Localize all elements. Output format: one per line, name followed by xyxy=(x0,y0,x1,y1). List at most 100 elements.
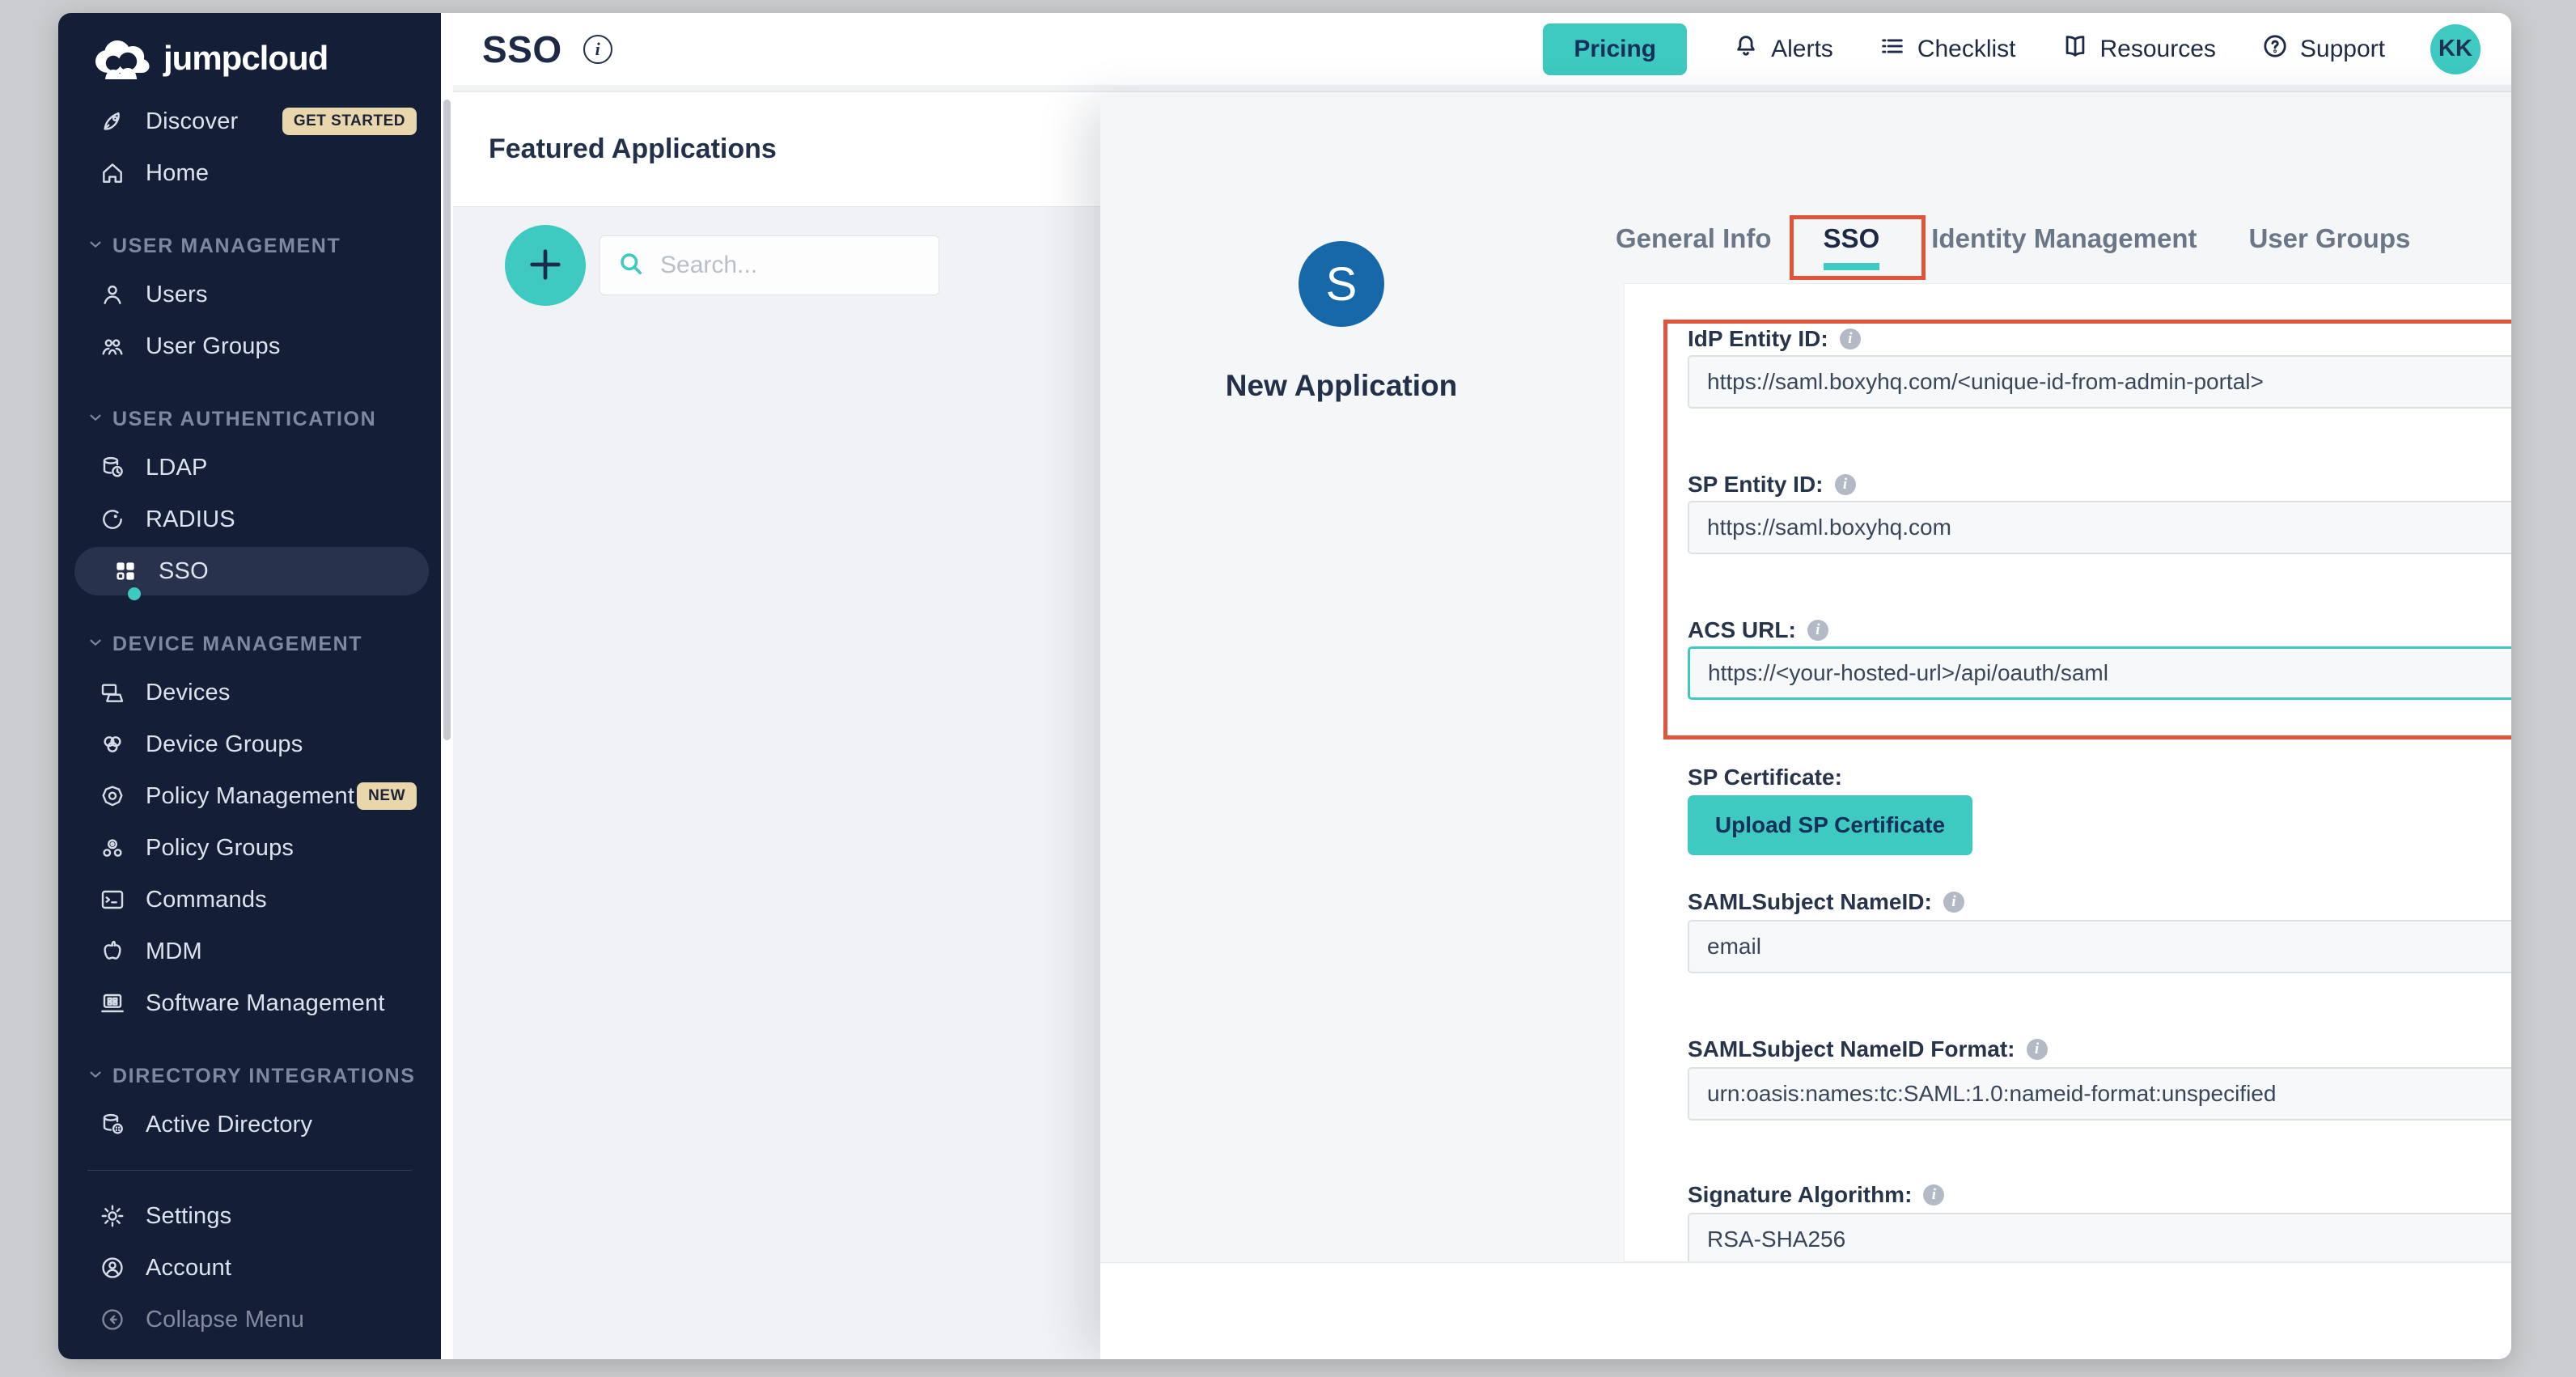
question-circle-icon xyxy=(2261,32,2289,66)
sidebar: jumpcloud Discover GET STARTED Home USER… xyxy=(58,13,441,1359)
sidebar-item-radius[interactable]: RADIUS xyxy=(58,494,441,545)
info-icon[interactable]: i xyxy=(2027,1039,2048,1060)
sidebar-divider xyxy=(87,1170,412,1171)
book-icon xyxy=(2061,32,2089,66)
sidebar-item-user-groups[interactable]: User Groups xyxy=(58,320,441,372)
search-input[interactable] xyxy=(660,252,922,279)
laptop-grid-icon xyxy=(99,989,126,1017)
chevron-down-icon xyxy=(87,235,104,257)
avatar[interactable]: KK xyxy=(2430,24,2481,74)
info-icon[interactable]: i xyxy=(1835,474,1856,495)
jumpcloud-logo[interactable]: jumpcloud xyxy=(58,13,441,84)
rocket-icon xyxy=(99,108,126,135)
venn-circles-icon xyxy=(99,731,126,758)
add-application-button[interactable] xyxy=(505,225,586,306)
chevron-down-icon xyxy=(87,409,104,430)
sp-entity-id-input[interactable] xyxy=(1688,501,2511,554)
checklist-button[interactable]: Checklist xyxy=(1879,32,2016,66)
pricing-button[interactable]: Pricing xyxy=(1543,23,1687,75)
tab-identity-management[interactable]: Identity Management xyxy=(1931,210,2197,275)
info-icon[interactable]: i xyxy=(1943,892,1964,913)
sidebar-item-settings[interactable]: Settings xyxy=(58,1190,441,1242)
plus-icon xyxy=(523,242,568,290)
featured-heading: Featured Applications xyxy=(489,133,777,165)
resources-button[interactable]: Resources xyxy=(2061,32,2216,66)
sidebar-item-label: Home xyxy=(146,160,209,187)
info-icon[interactable]: i xyxy=(583,35,612,64)
alerts-button[interactable]: Alerts xyxy=(1732,32,1833,66)
logo-wordmark: jumpcloud xyxy=(163,39,328,78)
info-icon[interactable]: i xyxy=(1840,328,1861,350)
policy-icon xyxy=(99,782,126,810)
apple-icon xyxy=(99,938,126,965)
acs-url-label: ACS URL: i xyxy=(1688,617,1828,643)
devices-icon xyxy=(99,679,126,706)
main-area: SSO i Pricing Alerts Checklist Resources xyxy=(453,13,2511,1359)
users-group-icon xyxy=(99,333,126,360)
tab-general-info[interactable]: General Info xyxy=(1616,210,1772,275)
new-application-modal: S New Application General Info SSO Ident… xyxy=(1100,97,2511,1359)
section-user-management[interactable]: USER MANAGEMENT xyxy=(58,223,441,269)
sidebar-item-device-groups[interactable]: Device Groups xyxy=(58,718,441,770)
top-header: SSO i Pricing Alerts Checklist Resources xyxy=(453,13,2511,85)
sso-grid-icon xyxy=(112,557,139,585)
idp-entity-id-label: IdP Entity ID: i xyxy=(1688,326,1861,352)
user-icon xyxy=(99,281,126,308)
chevron-down-icon xyxy=(87,633,104,655)
search-icon xyxy=(616,249,646,282)
sidebar-item-active-directory[interactable]: Active Directory xyxy=(58,1099,441,1150)
sidebar-item-policy-management[interactable]: Policy Management NEW xyxy=(58,770,441,822)
chevron-down-icon xyxy=(87,1066,104,1087)
section-device-management[interactable]: DEVICE MANAGEMENT xyxy=(58,621,441,667)
sidebar-item-ldap[interactable]: LDAP xyxy=(58,442,441,494)
section-directory-integrations[interactable]: DIRECTORY INTEGRATIONS xyxy=(58,1053,441,1099)
gear-icon xyxy=(99,1202,126,1230)
sso-form-panel: IdP Entity ID: i SP Entity ID: i ACS URL… xyxy=(1624,283,2511,1262)
samlsubject-nameid-select[interactable]: email xyxy=(1688,920,2511,973)
sidebar-scrollbar-thumb[interactable] xyxy=(443,100,451,740)
sidebar-nav: Discover GET STARTED Home USER MANAGEMEN… xyxy=(58,95,441,1345)
sidebar-item-users[interactable]: Users xyxy=(58,269,441,320)
collapse-arrow-icon xyxy=(99,1306,126,1333)
sidebar-item-commands[interactable]: Commands xyxy=(58,874,441,926)
upload-sp-certificate-button[interactable]: Upload SP Certificate xyxy=(1688,795,1972,855)
idp-entity-id-input[interactable] xyxy=(1688,355,2511,409)
radius-icon xyxy=(99,506,126,533)
tab-sso[interactable]: SSO xyxy=(1824,210,1880,275)
sidebar-item-home[interactable]: Home xyxy=(58,147,441,199)
sidebar-item-mdm[interactable]: MDM xyxy=(58,926,441,977)
sidebar-item-account[interactable]: Account xyxy=(58,1242,441,1294)
policy-groups-icon xyxy=(99,834,126,862)
directory-database-icon xyxy=(99,1111,126,1138)
tab-user-groups[interactable]: User Groups xyxy=(2248,210,2410,275)
signature-algorithm-label: Signature Algorithm: i xyxy=(1688,1182,1944,1208)
sidebar-item-software-management[interactable]: Software Management xyxy=(58,977,441,1029)
modal-footer: cancel activate xyxy=(1100,1262,2511,1359)
terminal-icon xyxy=(99,886,126,913)
signature-algorithm-select[interactable]: RSA-SHA256 xyxy=(1688,1213,2511,1262)
database-clock-icon xyxy=(99,454,126,481)
sidebar-item-label: Discover xyxy=(146,108,238,135)
sidebar-item-policy-groups[interactable]: Policy Groups xyxy=(58,822,441,874)
sidebar-scrollbar-track xyxy=(441,13,453,1359)
info-icon[interactable]: i xyxy=(1807,620,1828,641)
info-icon[interactable]: i xyxy=(1923,1184,1944,1205)
page-title: SSO xyxy=(482,28,562,71)
jumpcloud-cloud-icon xyxy=(92,37,152,79)
acs-url-input[interactable] xyxy=(1688,646,2511,700)
sidebar-item-collapse-menu[interactable]: Collapse Menu xyxy=(58,1294,441,1345)
app-window: jumpcloud Discover GET STARTED Home USER… xyxy=(58,13,2511,1359)
samlsubject-nameid-format-select[interactable]: urn:oasis:names:tc:SAML:1.0:nameid-forma… xyxy=(1688,1067,2511,1121)
get-started-badge: GET STARTED xyxy=(282,108,417,135)
section-user-authentication[interactable]: USER AUTHENTICATION xyxy=(58,396,441,442)
modal-tabs: General Info SSO Identity Management Use… xyxy=(1616,210,2410,275)
sidebar-item-devices[interactable]: Devices xyxy=(58,667,441,718)
sidebar-item-discover[interactable]: Discover GET STARTED xyxy=(58,95,441,147)
bell-icon xyxy=(1732,32,1760,66)
checklist-icon xyxy=(1879,32,1906,66)
sidebar-item-sso[interactable]: SSO xyxy=(58,545,441,597)
support-button[interactable]: Support xyxy=(2261,32,2385,66)
application-name: New Application xyxy=(1139,369,1544,403)
samlsubject-nameid-label: SAMLSubject NameID: i xyxy=(1688,889,1964,915)
search-box xyxy=(600,235,939,295)
